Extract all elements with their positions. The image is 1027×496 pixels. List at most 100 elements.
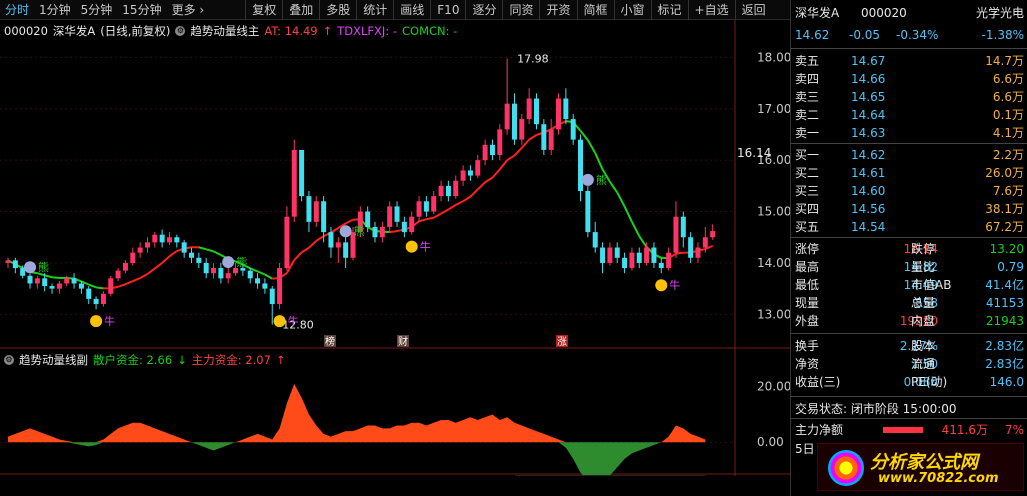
day5-label: 5日 <box>795 442 815 456</box>
candle-body <box>86 288 92 299</box>
retail-funds: 散户资金: 2.66 <box>93 353 173 367</box>
bid-price: 14.60 <box>851 184 886 198</box>
stock-code: 000020 <box>4 24 48 38</box>
ask-price: 14.64 <box>851 108 886 122</box>
candle-body <box>416 201 422 217</box>
ask-price: 14.67 <box>851 54 886 68</box>
sub-indicator-name[interactable]: 趋势动量线副 <box>19 352 88 368</box>
toolbar-button[interactable]: 返回 <box>734 0 772 20</box>
sector-pct: -1.38% <box>981 28 1024 42</box>
toolbar-button[interactable]: 逐分 <box>465 0 502 20</box>
retail-arrow: ↓ <box>177 353 187 367</box>
stock-name: 深华发A <box>52 24 96 38</box>
indicator-name[interactable]: 趋势动量线主 <box>190 23 259 39</box>
quote-row: 最高 14.82 量比 0.79 <box>791 258 1027 276</box>
toolbar-button[interactable]: 开资 <box>539 0 576 20</box>
candle-body <box>306 196 312 222</box>
period-tab[interactable]: 5分钟 <box>76 0 118 20</box>
candle-body <box>181 242 187 253</box>
period-tab[interactable]: 更多 › <box>167 0 210 20</box>
toolbar-button[interactable]: 同资 <box>502 0 539 20</box>
candle-body <box>475 160 481 176</box>
main-legend: 000020 深华发A (日线,前复权) ⚙ 趋势动量线主 AT: 14.49 ↑… <box>4 22 457 40</box>
bull-label: 牛 <box>420 240 431 254</box>
ask-volume: 14.7万 <box>985 54 1024 68</box>
toolbar-button[interactable]: 画线 <box>393 0 430 20</box>
main-arrow: ↑ <box>275 353 286 367</box>
quote-row: 卖三 14.65 6.6万 <box>791 88 1027 106</box>
toolbar-button[interactable]: 叠加 <box>282 0 319 20</box>
quote-name: 深华发A <box>795 6 840 20</box>
toolbar-button[interactable]: 标记 <box>650 0 688 20</box>
trend-line-segment <box>455 200 464 206</box>
candle-body <box>519 119 525 140</box>
stat-label: 量比 <box>911 260 936 274</box>
quote-row: 净资 1.50 流通 2.83亿 <box>791 355 1027 373</box>
divider <box>791 333 1027 334</box>
candle-body <box>467 170 473 176</box>
quote-row: 外盘 19210 内盘 21943 <box>791 312 1027 330</box>
bull-label: 牛 <box>104 314 115 328</box>
toolbar-button[interactable]: 复权 <box>245 0 282 20</box>
candle-body <box>511 103 517 140</box>
trend-line-segment <box>205 248 214 253</box>
at-value: AT: 14.49 <box>264 24 318 38</box>
bull-smiley-icon <box>90 315 103 328</box>
price-tick: 14.00 <box>757 256 790 270</box>
period-tab[interactable]: 1分钟 <box>34 0 76 20</box>
settings-icon[interactable]: ⚙ <box>175 26 186 36</box>
candle-body <box>614 247 620 258</box>
ask-label: 卖一 <box>795 126 820 140</box>
candle-body <box>431 196 437 212</box>
period-tab[interactable]: 分时 <box>0 0 34 20</box>
toolbar-button[interactable]: 小窗 <box>613 0 651 20</box>
trend-line-segment <box>418 218 427 223</box>
trade-status: 交易状态: 闭市阶段 15:00:00 <box>795 402 957 416</box>
toolbar-button[interactable]: 多股 <box>319 0 356 20</box>
candle-body <box>644 247 650 263</box>
main-funds-area <box>8 383 706 443</box>
sub-tick: 20.00 <box>757 380 790 394</box>
bid-label: 买二 <box>795 166 820 180</box>
period-tab[interactable]: 15分钟 <box>117 0 166 20</box>
comcn-value: COMCN: - <box>401 24 458 38</box>
candle-body <box>34 278 40 284</box>
trend-line-segment <box>491 168 501 179</box>
trend-line-segment <box>198 246 207 251</box>
candle-body <box>255 278 261 284</box>
trend-line-segment <box>638 235 648 248</box>
trend-line-segment <box>213 250 222 256</box>
candle-body <box>335 242 341 248</box>
bid-volume: 67.2万 <box>985 220 1024 234</box>
candle-body <box>423 201 429 212</box>
candle-body <box>56 283 62 289</box>
toolbar-button[interactable]: F10 <box>430 0 465 20</box>
candle-body <box>688 237 694 258</box>
candle-body <box>533 98 539 125</box>
toolbar-button[interactable]: 简框 <box>576 0 614 20</box>
quote-row: 14.62 -0.05 -0.34% -1.38% <box>791 26 1027 44</box>
trend-line-segment <box>433 212 442 219</box>
quote-row: 最低 14.49 市值AB 41.4亿 <box>791 276 1027 294</box>
candle-body <box>387 206 393 227</box>
trend-line-segment <box>154 262 163 270</box>
trend-line-segment <box>315 235 325 242</box>
trend-line-segment <box>477 181 486 191</box>
bid-label: 买一 <box>795 148 820 162</box>
candle-body <box>666 252 672 269</box>
toolbar-button[interactable]: +自选 <box>687 0 735 20</box>
candle-body <box>563 98 569 120</box>
stat-label: 收益(三) <box>795 375 841 389</box>
stat-label: 股本 <box>911 339 936 353</box>
status-bg <box>515 475 705 476</box>
stat-value: 21943 <box>985 314 1024 328</box>
candle-body <box>313 201 319 222</box>
candle-body <box>328 232 334 248</box>
candle-body <box>71 278 77 284</box>
quote-code: 000020 <box>861 6 907 20</box>
chart-area[interactable]: 18.0017.0016.0015.0014.0013.0016.1417.98… <box>0 20 790 476</box>
settings-icon[interactable]: ⚙ <box>4 355 14 365</box>
candle-body <box>100 293 106 305</box>
toolbar-button[interactable]: 统计 <box>356 0 393 20</box>
trend-line-segment <box>301 246 310 254</box>
